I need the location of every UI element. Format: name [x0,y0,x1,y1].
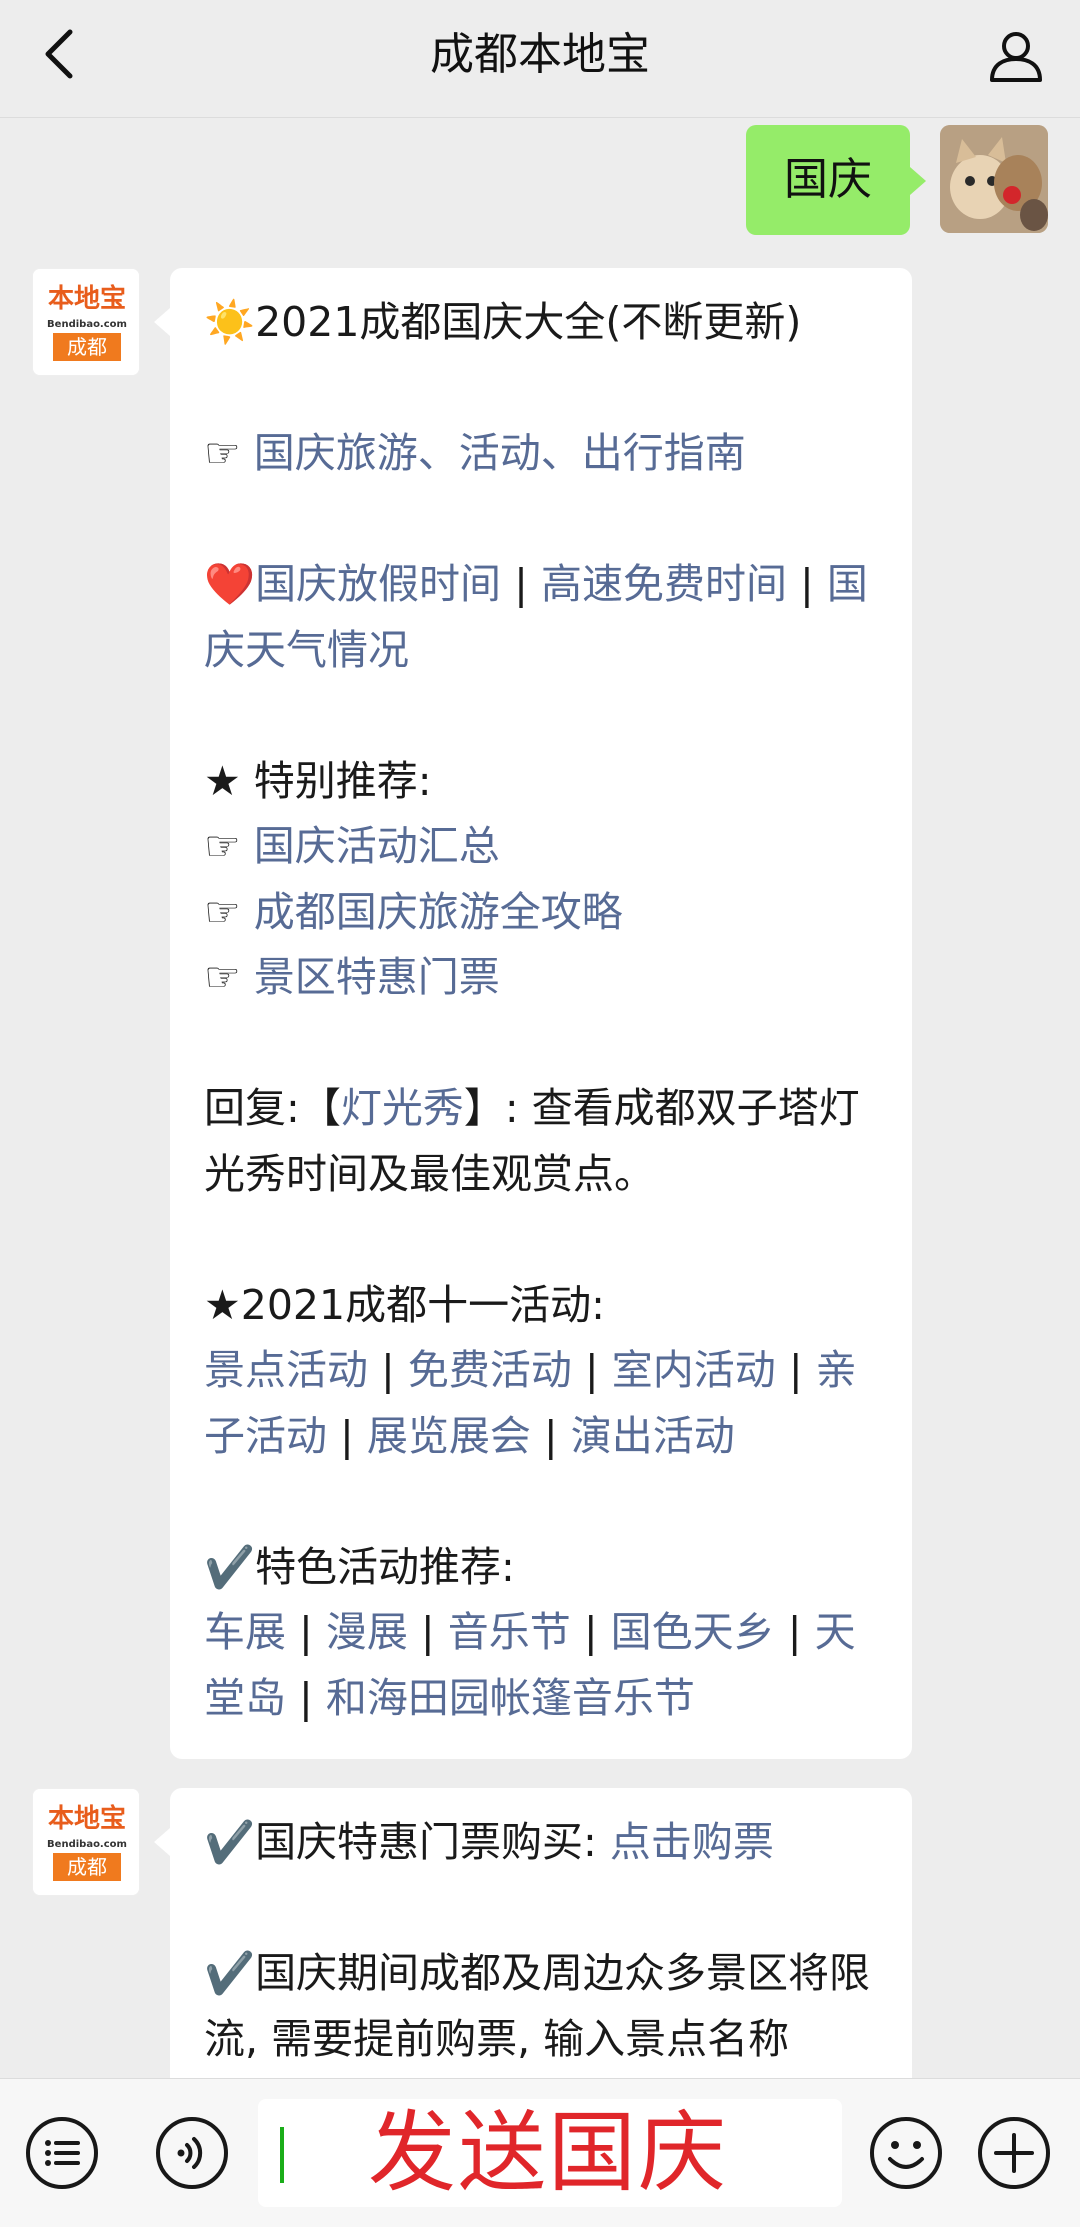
menu-button[interactable] [22,2113,102,2193]
emoji-button[interactable] [866,2113,946,2193]
featured-heading: 特色活动推荐: [255,1542,515,1591]
heart-icon: ❤️ [204,560,256,608]
my-message-bubble[interactable]: 国庆 [746,125,926,235]
check-icon: ✔️ [204,1542,256,1591]
check-icon: ✔️ [204,1949,256,1997]
link-events[interactable]: 国庆活动汇总 [254,822,500,870]
chat-title: 成都本地宝 [430,29,650,80]
message-input[interactable]: 发送国庆 [258,2099,842,2207]
chat-area[interactable]: 国庆 本地宝 Bendibao.com 成都 ☀️2021成都国庆大全(不断更新… [0,118,1080,2078]
link-holiday[interactable]: 国庆放假时间 [255,560,501,608]
link-indoor-activities[interactable]: 室内活动 [612,1346,776,1394]
svg-text:成都: 成都 [67,1855,107,1879]
link-highway[interactable]: 高速免费时间 [541,560,787,608]
pointing-hand-icon: ☞ [204,429,254,477]
cat-avatar-image [940,125,1048,233]
link-tickets[interactable]: 景区特惠门票 [254,953,500,1001]
bendibao-logo: 本地宝 Bendibao.com 成都 [33,269,139,375]
bot-message-row: 本地宝 Bendibao.com 成都 ☀️2021成都国庆大全(不断更新) ☞… [32,268,912,1759]
bendibao-logo: 本地宝 Bendibao.com 成都 [33,1789,139,1895]
link-exhibitions[interactable]: 展览展会 [367,1412,531,1460]
user-icon [990,32,1042,82]
input-bar: 发送国庆 [0,2078,1080,2227]
link-performances[interactable]: 演出活动 [571,1412,735,1460]
bot-avatar[interactable]: 本地宝 Bendibao.com 成都 [32,1788,140,1896]
top-bar: 成都本地宝 [0,0,1080,118]
special-heading: ★ 特别推荐: [204,756,432,805]
profile-button[interactable] [982,22,1050,90]
my-avatar[interactable] [940,125,1048,233]
reply-keyword-link[interactable]: 灯光秀 [341,1084,464,1132]
plus-icon [978,2117,1050,2189]
link-free-activities[interactable]: 免费活动 [408,1346,572,1394]
message-title-line: ☀️2021成都国庆大全(不断更新) [204,298,802,346]
my-message-row: 国庆 [746,125,1048,237]
link-music-festival[interactable]: 音乐节 [448,1608,571,1656]
buy-ticket-link[interactable]: 点击购票 [610,1818,774,1866]
voice-icon [156,2117,228,2189]
link-guose-tianxiang[interactable]: 国色天乡 [611,1608,775,1656]
pointing-hand-icon: ☞ [204,953,254,1001]
message-bubble-1: ☀️2021成都国庆大全(不断更新) ☞ 国庆旅游、活动、出行指南 ❤️国庆放假… [154,268,912,1759]
input-text: 发送国庆 [368,2101,729,2204]
svg-text:本地宝: 本地宝 [48,283,126,314]
bot-message-row: 本地宝 Bendibao.com 成都 ✔️国庆特惠门票购买: 点击购票 ✔️国… [32,1788,912,2078]
svg-text:Bendibao.com: Bendibao.com [47,1839,127,1850]
pointing-hand-icon: ☞ [204,887,254,936]
emoji-icon [870,2117,942,2189]
message-bubble-2: ✔️国庆特惠门票购买: 点击购票 ✔️国庆期间成都及周边众多景区将限流, 需要提… [154,1788,912,2078]
check-icon: ✔️ [204,1818,256,1866]
voice-button[interactable] [152,2113,232,2193]
link-scenic-activities[interactable]: 景点活动 [204,1346,368,1394]
pointing-hand-icon: ☞ [204,822,254,870]
text-caret [280,2127,284,2183]
bot-avatar[interactable]: 本地宝 Bendibao.com 成都 [32,268,140,376]
link-tour[interactable]: 成都国庆旅游全攻略 [254,888,623,936]
sun-icon: ☀️ [204,298,256,346]
link-auto-show[interactable]: 车展 [204,1608,286,1656]
link-comic-show[interactable]: 漫展 [326,1608,408,1656]
svg-text:本地宝: 本地宝 [48,1803,126,1834]
link-guide[interactable]: 国庆旅游、活动、出行指南 [254,429,746,477]
link-tent-music-festival[interactable]: 和海田园帐篷音乐节 [326,1674,695,1722]
menu-list-icon [26,2117,98,2189]
activities-heading: ★2021成都十一活动: [204,1280,605,1329]
more-button[interactable] [974,2113,1054,2193]
notice-text: 国庆期间成都及周边众多景区将限流, 需要提前购票, 输入景点名称 [204,1949,871,2063]
svg-text:Bendibao.com: Bendibao.com [47,319,127,330]
svg-text:成都: 成都 [67,335,107,359]
